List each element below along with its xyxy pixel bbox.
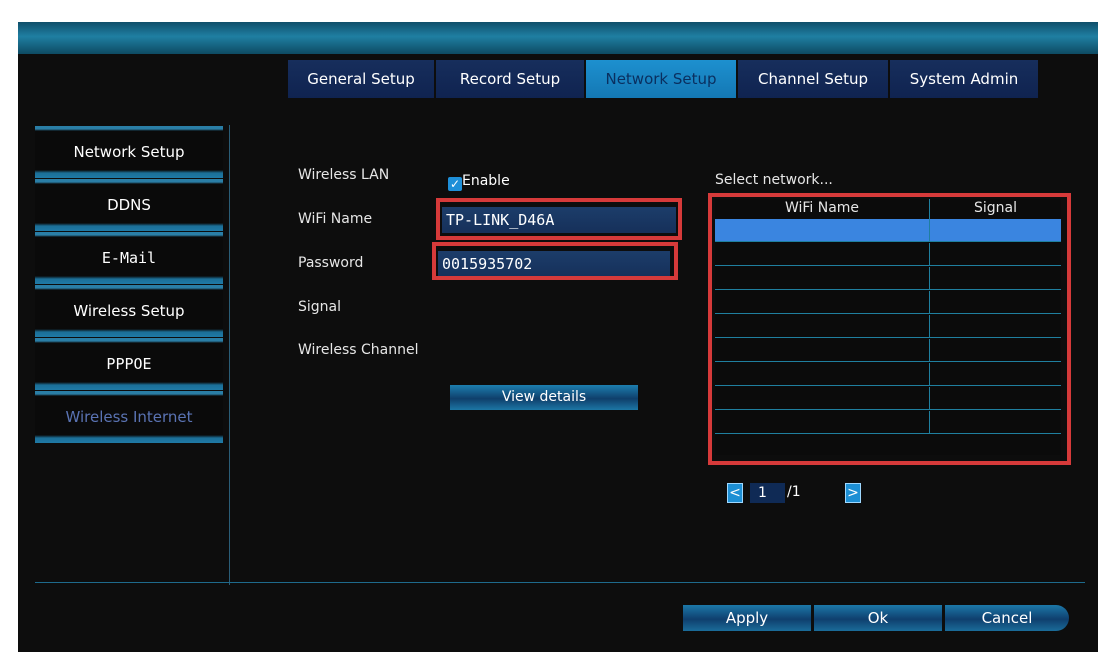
sidebar-item-ddns[interactable]: DDNS (35, 179, 223, 231)
prev-page-icon[interactable]: < (727, 483, 743, 503)
password-label: Password (298, 255, 364, 271)
wireless-channel-label: Wireless Channel (298, 342, 419, 358)
dvr-setup-window: General Setup Record Setup Network Setup… (18, 22, 1098, 652)
sidebar-item-email[interactable]: E-Mail (35, 232, 223, 284)
tab-system-admin[interactable]: System Admin (890, 60, 1038, 98)
sidebar-item-wireless-setup[interactable]: Wireless Setup (35, 285, 223, 337)
signal-label: Signal (298, 299, 342, 315)
select-network-title: Select network... (715, 172, 833, 188)
tab-general-setup[interactable]: General Setup (288, 60, 434, 98)
next-page-icon[interactable]: > (845, 483, 861, 503)
network-table-highlight (708, 193, 1071, 465)
cancel-button[interactable]: Cancel (945, 605, 1069, 631)
title-bar (18, 22, 1098, 54)
sidebar-item-wireless-internet[interactable]: Wireless Internet (35, 391, 223, 443)
tab-network-setup[interactable]: Network Setup (586, 60, 736, 98)
view-details-button[interactable]: View details (450, 385, 638, 410)
ok-button[interactable]: Ok (814, 605, 942, 631)
apply-button[interactable]: Apply (683, 605, 811, 631)
sidebar-divider (229, 125, 230, 585)
page-number-input[interactable]: 1 (750, 483, 785, 503)
sidebar-item-network-setup[interactable]: Network Setup (35, 126, 223, 178)
page-total: /1 (787, 484, 801, 500)
enable-label: Enable (462, 173, 510, 189)
bottom-divider (35, 582, 1085, 583)
wifi-name-label: WiFi Name (298, 211, 373, 227)
tab-record-setup[interactable]: Record Setup (436, 60, 584, 98)
tab-channel-setup[interactable]: Channel Setup (738, 60, 888, 98)
wireless-lan-label: Wireless LAN (298, 167, 390, 183)
enable-checkbox[interactable]: ✓ (448, 177, 462, 191)
sidebar-item-pppoe[interactable]: PPPOE (35, 338, 223, 390)
wifi-name-highlight (436, 198, 682, 240)
password-highlight (432, 242, 678, 280)
